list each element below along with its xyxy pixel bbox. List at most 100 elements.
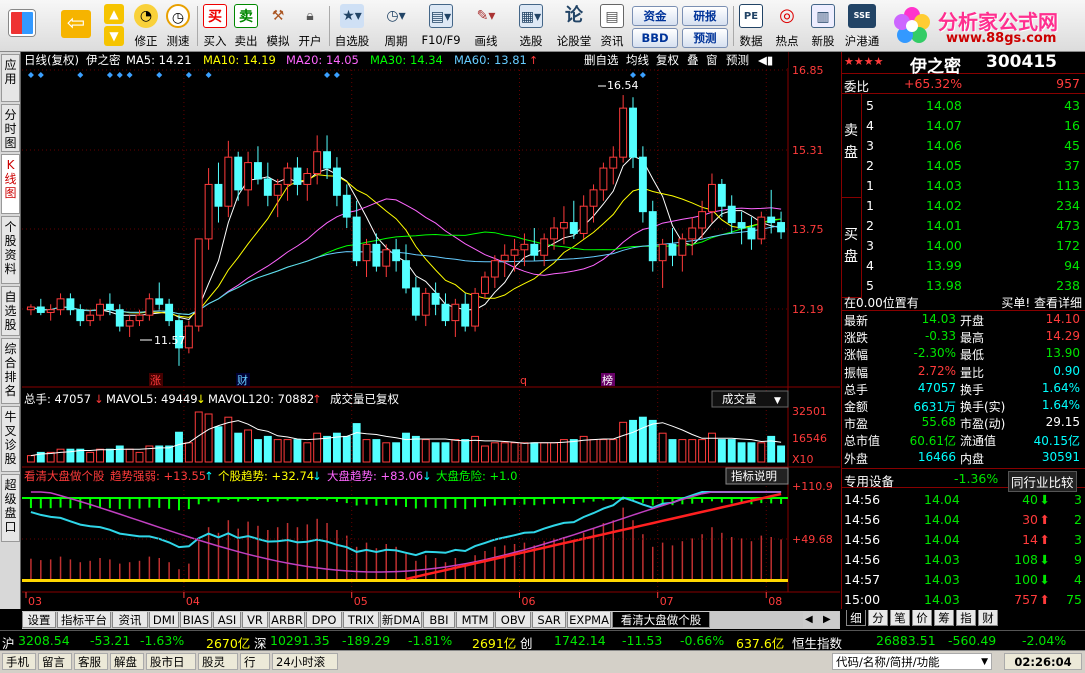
news-button[interactable]: ▤ 资讯 <box>596 2 628 50</box>
hotspot-button[interactable]: ◎ 热点 <box>770 2 804 50</box>
bbd-pill[interactable]: BBD <box>632 28 678 48</box>
arrow-right-icon[interactable]: ▶ <box>823 612 831 628</box>
overlay-button[interactable]: 叠 <box>687 53 699 67</box>
back-button[interactable]: ⇦ <box>56 2 96 50</box>
simulate-button[interactable]: ⚒ 模拟 <box>263 2 293 50</box>
data-button[interactable]: PE 数据 <box>736 2 766 50</box>
quote-tab[interactable]: 指 <box>956 610 976 626</box>
quote-tab[interactable]: 细 <box>846 610 866 626</box>
tab-stock-info[interactable]: 个股资料 <box>1 216 20 284</box>
book-row[interactable]: 3 14.06 45 <box>862 136 1085 156</box>
fix-button[interactable]: ◔ 修正 <box>130 2 162 50</box>
indicator-tab[interactable]: SAR <box>532 612 566 628</box>
book-row[interactable]: 2 14.01 473 <box>862 216 1085 236</box>
indicator-tab[interactable]: MTM <box>456 612 494 628</box>
indicator-tab[interactable]: BIAS <box>180 612 212 628</box>
indicator-tab[interactable]: VR <box>242 612 268 628</box>
indicator-tab[interactable]: 看清大盘做个股 <box>612 612 710 628</box>
indicator-tab[interactable]: DPO <box>306 612 342 628</box>
candle-body <box>441 303 450 322</box>
draw-line-button[interactable]: ✎▾ 画线 <box>466 2 506 50</box>
event-mark-cai[interactable]: 财 <box>237 373 248 387</box>
status-link[interactable]: 行情 <box>240 653 270 673</box>
book-row[interactable]: 2 14.05 37 <box>862 156 1085 176</box>
speed-test-button[interactable]: ◷ 测速 <box>162 2 194 50</box>
page-up-button[interactable]: ▲ ▼ <box>100 2 128 50</box>
window-button[interactable]: 窗 <box>706 53 718 67</box>
funds-pill[interactable]: 资金 <box>632 6 678 26</box>
arrow-down-icon: ⬇ <box>1039 552 1050 567</box>
volume-bar <box>717 439 726 463</box>
indicator-tab[interactable]: ASI <box>213 612 241 628</box>
adjust-button[interactable]: 复权 <box>656 53 679 67</box>
ipo-button[interactable]: ▥ 新股 <box>806 2 840 50</box>
buy-button[interactable]: 买买入 <box>200 2 230 50</box>
indicator-tab[interactable]: DMI <box>149 612 179 628</box>
f10-button[interactable]: ▤▾ F10/F9 <box>420 2 462 50</box>
candle-body <box>648 211 657 262</box>
candle-body <box>293 167 302 185</box>
event-mark-zhang[interactable]: 涨 <box>150 374 161 387</box>
tab-intraday[interactable]: 分时图 <box>1 104 20 152</box>
arrow-left-icon[interactable]: ◀ <box>805 612 813 628</box>
status-link[interactable]: 留言 <box>38 653 72 670</box>
indicator-tab[interactable]: 设置 <box>22 612 56 628</box>
kline-chart-area[interactable]: 日线(复权) 伊之密 MA5: 14.21 MA10: 14.19 MA20: … <box>22 52 840 609</box>
research-pill[interactable]: 研报 <box>682 6 728 26</box>
book-row[interactable]: 1 14.02 234 <box>862 196 1085 216</box>
indicator-tab[interactable]: OBV <box>495 612 531 628</box>
forecast-pill[interactable]: 预测 <box>682 28 728 48</box>
tab-kline[interactable]: K线图 <box>1 154 20 214</box>
quote-tab[interactable]: 筹 <box>934 610 954 626</box>
book-row[interactable]: 1 14.03 113 <box>862 176 1085 196</box>
expand-arrow-icon[interactable]: ◀▮ <box>758 53 773 67</box>
status-link[interactable]: 客服 <box>74 653 108 670</box>
status-link[interactable]: 股市日记 <box>146 653 196 673</box>
volume-bar <box>520 442 529 463</box>
book-row[interactable]: 5 14.08 43 <box>862 96 1085 116</box>
indicator-tab[interactable]: TRIX <box>343 612 379 628</box>
tab-watchlist[interactable]: 自选股 <box>1 286 20 336</box>
indicator-tab[interactable]: 新DMA <box>380 612 422 628</box>
detail-link[interactable]: 买单! 查看详细 <box>1001 294 1082 311</box>
volume-bar <box>757 442 766 463</box>
volume-bar <box>668 439 677 463</box>
sell-button[interactable]: 卖卖出 <box>231 2 261 50</box>
tab-apps[interactable]: 应用 <box>1 54 20 102</box>
app-menu-button[interactable] <box>2 2 42 50</box>
tab-ranking[interactable]: 综合排名 <box>1 338 20 404</box>
indicator-tab[interactable]: ARBR <box>269 612 305 628</box>
hk-connect-button[interactable]: SSE HKE 沪港通 <box>842 2 882 50</box>
indicator-tab[interactable]: 指标平台 <box>57 612 111 628</box>
quote-tab[interactable]: 价 <box>912 610 932 626</box>
forum-button[interactable]: 论论股堂 <box>554 2 594 50</box>
quote-tab[interactable]: 财 <box>978 610 998 626</box>
indicator-tab[interactable]: BBI <box>423 612 455 628</box>
tab-order-book[interactable]: 超级盘口 <box>1 474 20 542</box>
status-link[interactable]: 解盘 <box>110 653 144 670</box>
quote-tab[interactable]: 分 <box>868 610 888 626</box>
compare-button[interactable]: 同行业比较 <box>1008 471 1077 492</box>
book-row[interactable]: 3 14.00 172 <box>862 236 1085 256</box>
watchlist-button[interactable]: ★▾ 自选股 <box>332 2 372 50</box>
event-mark-q[interactable]: q <box>520 374 527 387</box>
forecast-button[interactable]: 预测 <box>726 53 749 67</box>
period-button[interactable]: ◷▾ 周期 <box>376 2 416 50</box>
book-row[interactable]: 4 13.99 94 <box>862 256 1085 276</box>
tab-diagnose[interactable]: 牛叉诊股 <box>1 406 20 472</box>
ma-toggle-button[interactable]: 均线 <box>626 53 649 67</box>
status-link[interactable]: 24小时滚动 <box>272 653 338 673</box>
status-link[interactable]: 手机 <box>2 653 36 670</box>
indicator-tab[interactable]: EXPMA <box>567 612 611 628</box>
event-mark-bang[interactable]: 榜 <box>602 373 613 387</box>
vol-arrow-icon-3: ↑ <box>312 392 322 406</box>
book-row[interactable]: 4 14.07 16 <box>862 116 1085 136</box>
stock-picker-button[interactable]: ▦▾ 选股 <box>510 2 552 50</box>
tab-scroll[interactable]: ◀ ▶ <box>803 612 839 628</box>
open-account-button[interactable]: 🔒︎ 开户 <box>295 2 325 50</box>
remove-watch-button[interactable]: 删自选 <box>584 53 619 67</box>
quote-tab[interactable]: 笔 <box>890 610 910 626</box>
status-link[interactable]: 股灵通 <box>198 653 238 673</box>
search-input[interactable]: 代码/名称/简拼/功能 ▼ <box>832 653 992 670</box>
indicator-tab[interactable]: 资讯 <box>112 612 148 628</box>
